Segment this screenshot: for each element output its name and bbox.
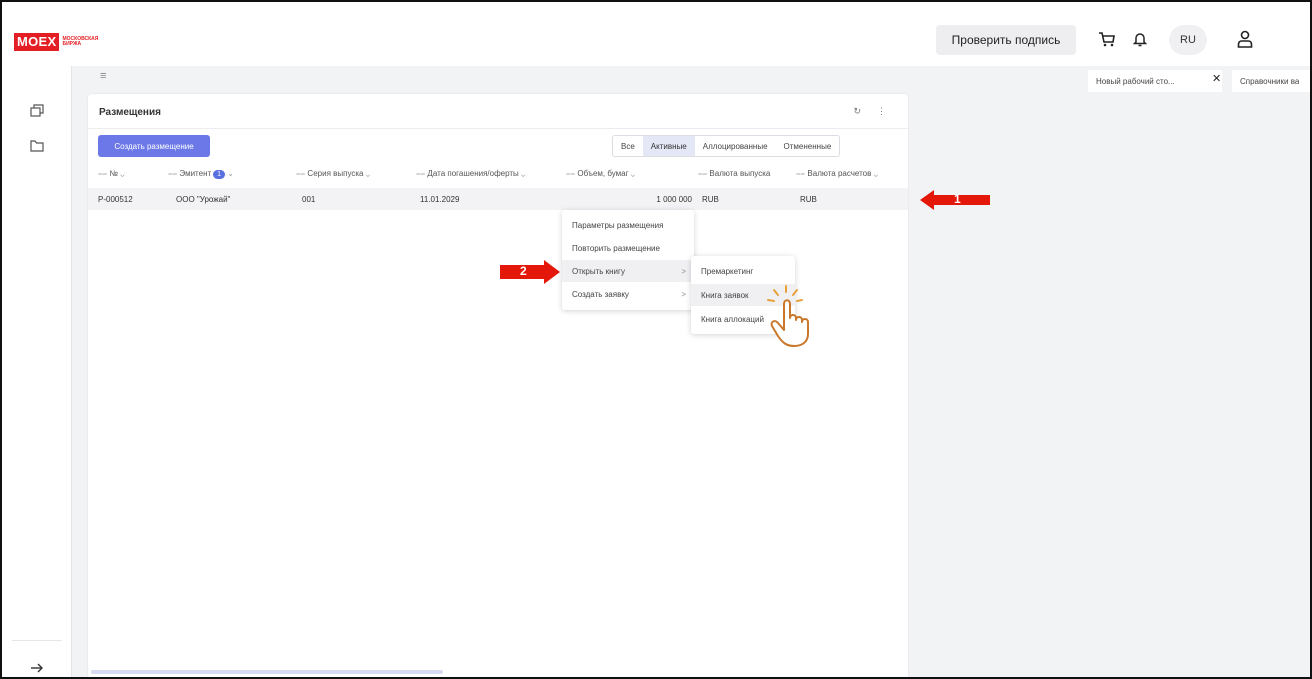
- layers-icon[interactable]: [29, 102, 45, 118]
- annotation-arrow-2: 2: [500, 260, 560, 284]
- chevron-down-icon: ⌄: [873, 169, 878, 178]
- column-issuer[interactable]: ⩵ Эмитент 1 ⌄: [168, 169, 234, 179]
- cell-issuer: ООО "Урожай": [176, 195, 231, 204]
- cell-number: P-000512: [98, 195, 133, 204]
- panel-tools: ↻ ⋮: [853, 106, 886, 117]
- logo-subtitle: МОСКОВСКАЯ БИРЖА: [62, 37, 98, 47]
- chevron-down-icon: ⌄: [120, 169, 125, 178]
- menu-item-repeat-placement[interactable]: Повторить размещение: [562, 237, 694, 259]
- arrow-right-icon[interactable]: [29, 660, 45, 676]
- table-header: ⩵ № ⌄ ⩵ Эмитент 1 ⌄ ⩵ Серия выпуска ⌄ ⩵ Д…: [88, 164, 908, 182]
- chevron-right-icon: >: [681, 289, 686, 299]
- user-icon[interactable]: [1234, 28, 1256, 50]
- submenu-item-premarketing[interactable]: Премаркетинг: [691, 260, 795, 282]
- filter-icon: ⩵: [168, 169, 178, 178]
- menu-item-placement-params[interactable]: Параметры размещения: [562, 214, 694, 236]
- hand-pointer-icon: [766, 284, 822, 348]
- panel-divider: [88, 128, 908, 129]
- column-maturity[interactable]: ⩵ Дата погашения/оферты ⌄: [416, 169, 525, 179]
- column-number[interactable]: ⩵ № ⌄: [98, 169, 125, 179]
- menu-item-open-book[interactable]: Открыть книгу >: [562, 260, 694, 282]
- column-issuer-label: Эмитент: [179, 169, 212, 178]
- menu-item-label: Открыть книгу: [572, 266, 625, 276]
- chevron-down-icon: ⌄: [227, 169, 234, 178]
- column-series-label: Серия выпуска: [307, 169, 364, 178]
- filter-icon: ⩵: [698, 169, 708, 178]
- cell-volume: 1 000 000: [656, 195, 692, 204]
- close-icon[interactable]: ✕: [1212, 72, 1221, 85]
- left-rail: [2, 66, 72, 677]
- filter-active[interactable]: Активные: [642, 136, 695, 156]
- cart-icon[interactable]: [1096, 28, 1118, 50]
- filter-all[interactable]: Все: [613, 136, 643, 156]
- filter-icon: ⩵: [796, 169, 806, 178]
- column-settlement-currency-label: Валюта расчетов: [807, 169, 872, 178]
- filter-cancelled[interactable]: Отмененные: [776, 136, 840, 156]
- chevron-right-icon: >: [681, 266, 686, 276]
- menu-item-label: Повторить размещение: [572, 243, 660, 253]
- submenu-item-label: Книга аллокаций: [701, 314, 764, 324]
- annotation-label-2: 2: [520, 264, 527, 278]
- horizontal-scrollbar[interactable]: [91, 670, 443, 674]
- tab-directories-label: Справочники ва: [1240, 76, 1300, 86]
- refresh-icon[interactable]: ↻: [853, 106, 861, 117]
- status-filter-group: Все Активные Аллоцированные Отмененные: [612, 135, 841, 157]
- context-menu: Параметры размещения Повторить размещени…: [562, 210, 694, 310]
- more-vertical-icon[interactable]: ⋮: [877, 106, 886, 117]
- top-bar: MOEX МОСКОВСКАЯ БИРЖА Проверить подпись …: [2, 2, 1310, 66]
- column-series[interactable]: ⩵ Серия выпуска ⌄: [296, 169, 370, 179]
- verify-signature-button[interactable]: Проверить подпись: [936, 25, 1076, 55]
- chevron-down-icon: ⌄: [630, 169, 636, 178]
- logo-main: MOEX: [14, 33, 60, 51]
- folder-icon[interactable]: [29, 138, 45, 154]
- filter-icon: ⩵: [566, 169, 576, 178]
- column-issue-currency[interactable]: ⩵ Валюта выпуска: [698, 169, 770, 179]
- column-volume[interactable]: ⩵ Объем, бумаг ⌄: [566, 169, 635, 179]
- tab-workspace[interactable]: Новый рабочий сто...: [1088, 70, 1222, 92]
- filter-icon: ⩵: [98, 169, 108, 178]
- cell-settlement-currency: RUB: [800, 195, 817, 204]
- panel-title: Размещения: [99, 107, 161, 118]
- filter-icon: ⩵: [296, 169, 306, 178]
- issuer-filter-badge: 1: [213, 170, 226, 179]
- language-button[interactable]: RU: [1169, 25, 1207, 55]
- tab-directories[interactable]: Справочники ва: [1232, 70, 1310, 92]
- cell-maturity: 11.01.2029: [420, 195, 460, 204]
- placements-panel: Размещения ↻ ⋮ Создать размещение Все Ак…: [88, 94, 908, 677]
- rail-divider: [12, 640, 62, 641]
- menu-icon[interactable]: ≡: [100, 70, 106, 82]
- menu-item-label: Создать заявку: [572, 289, 629, 299]
- screenshot-frame: MOEX МОСКОВСКАЯ БИРЖА Проверить подпись …: [0, 0, 1312, 679]
- table-row[interactable]: P-000512 ООО "Урожай" 001 11.01.2029 1 0…: [88, 188, 908, 210]
- tab-workspace-label: Новый рабочий сто...: [1096, 76, 1175, 86]
- column-maturity-label: Дата погашения/оферты: [427, 169, 519, 178]
- column-settlement-currency[interactable]: ⩵ Валюта расчетов ⌄: [796, 169, 878, 179]
- chevron-down-icon: ⌄: [521, 169, 526, 178]
- column-issue-currency-label: Валюта выпуска: [709, 169, 771, 178]
- menu-item-create-order[interactable]: Создать заявку >: [562, 283, 694, 305]
- chevron-down-icon: ⌄: [365, 169, 371, 178]
- annotation-label-1: 1: [954, 192, 961, 206]
- submenu-item-label: Книга заявок: [701, 290, 749, 300]
- logo-sub-line2: БИРЖА: [62, 41, 82, 47]
- annotation-arrow-1: 1: [920, 190, 990, 210]
- submenu-item-label: Премаркетинг: [701, 266, 754, 276]
- column-volume-label: Объем, бумаг: [577, 169, 629, 178]
- create-placement-button[interactable]: Создать размещение: [98, 135, 210, 157]
- cell-series: 001: [302, 195, 316, 204]
- column-number-label: №: [109, 169, 119, 178]
- moex-logo[interactable]: MOEX МОСКОВСКАЯ БИРЖА: [14, 33, 98, 51]
- filter-icon: ⩵: [416, 169, 426, 178]
- filter-allocated[interactable]: Аллоцированные: [695, 136, 776, 156]
- menu-item-label: Параметры размещения: [572, 220, 664, 230]
- bell-icon[interactable]: [1129, 28, 1151, 50]
- cell-issue-currency: RUB: [702, 195, 719, 204]
